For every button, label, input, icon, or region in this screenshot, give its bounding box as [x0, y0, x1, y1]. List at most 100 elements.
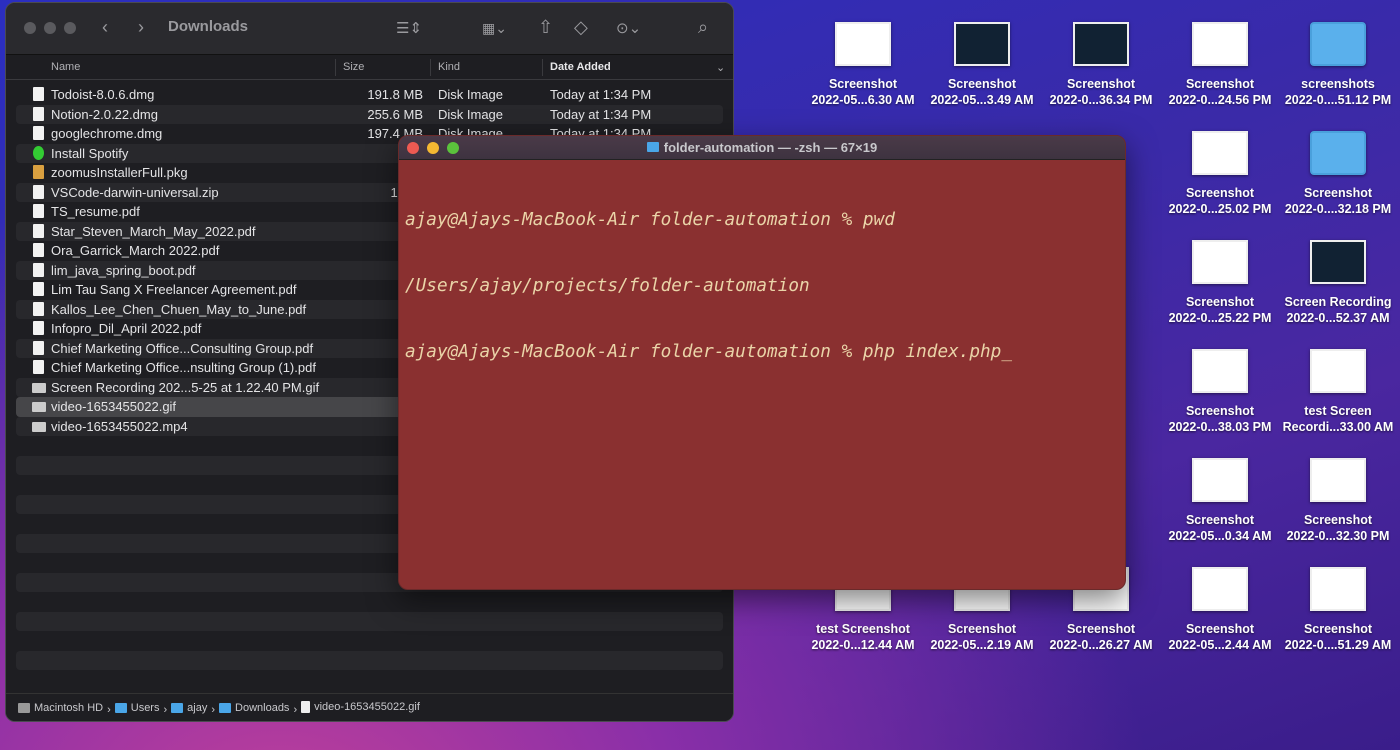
terminal-output[interactable]: ajay@Ajays-MacBook-Air folder-automation… [399, 160, 1125, 412]
list-view-icon[interactable]: ☰⇕ [396, 19, 422, 37]
close-button[interactable] [407, 142, 419, 154]
pdf-icon [33, 223, 44, 238]
pdf-icon [33, 282, 44, 296]
desktop-file-icon[interactable]: screenshots 2022-0....51.12 PM [1279, 18, 1397, 108]
forward-icon[interactable]: › [138, 17, 144, 38]
thumbnail-icon [1310, 240, 1366, 284]
desktop-file-icon[interactable]: Screen Recording 2022-0...52.37 AM [1279, 236, 1397, 326]
terminal-line: ajay@Ajays-MacBook-Air folder-automation… [405, 342, 1012, 362]
video-icon [32, 421, 46, 432]
group-icon[interactable]: ▦⌄ [482, 20, 507, 37]
path-crumb[interactable]: Macintosh HD [18, 702, 103, 714]
file-name: Notion-2.0.22.dmg [51, 106, 158, 122]
empty-row [16, 592, 723, 612]
desktop-file-icon[interactable]: Screenshot 2022-0...32.30 PM [1279, 454, 1397, 544]
minimize-button[interactable] [44, 22, 56, 34]
file-size: 255.6 MB [367, 106, 423, 122]
desktop-file-icon[interactable]: Screenshot 2022-0...25.22 PM [1161, 236, 1279, 326]
desktop-file-label: Screen Recording [1284, 295, 1392, 309]
path-crumb[interactable]: Downloads [219, 702, 289, 714]
desktop-file-label: 2022-05...2.44 AM [1168, 638, 1272, 652]
share-icon[interactable]: ⇧ [538, 17, 553, 38]
desktop-file-label: 2022-0...38.03 PM [1168, 420, 1272, 434]
thumbnail-icon [1310, 349, 1366, 393]
desktop-file-icon[interactable]: test Screen Recordi...33.00 AM [1279, 345, 1397, 435]
column-name[interactable]: Name [51, 61, 80, 73]
thumbnail-icon [954, 22, 1010, 66]
spotify-installer-icon [33, 145, 44, 160]
hard-drive-icon [18, 703, 30, 713]
desktop-file-label: 2022-05...0.34 AM [1168, 529, 1272, 543]
desktop-file-label: Screenshot [1303, 622, 1373, 636]
thumbnail-icon [1192, 567, 1248, 611]
desktop-file-label: Screenshot [828, 77, 898, 91]
desktop-file-label: Screenshot [1303, 186, 1373, 200]
desktop-file-label: Recordi...33.00 AM [1282, 420, 1394, 434]
desktop-file-label: 2022-0....51.12 PM [1284, 93, 1392, 107]
close-button[interactable] [24, 22, 36, 34]
file-name: Todoist-8.0.6.dmg [51, 87, 155, 102]
zoom-button[interactable] [447, 142, 459, 154]
desktop-file-icon[interactable]: Screenshot 2022-0....32.18 PM [1279, 127, 1397, 217]
desktop-file-icon[interactable]: Screenshot 2022-05...3.49 AM [923, 18, 1041, 108]
file-date: Today at 1:34 PM [550, 87, 652, 102]
file-name: zoomusInstallerFull.pkg [51, 165, 188, 180]
folder-icon [114, 703, 127, 713]
path-label: Downloads [235, 702, 290, 714]
desktop-file-icon[interactable]: Screenshot 2022-05...6.30 AM [804, 18, 922, 108]
disk-image-icon [33, 87, 44, 101]
file-icon [301, 701, 311, 713]
search-icon[interactable]: ⌕ [698, 17, 708, 38]
column-date-added[interactable]: Date Added [550, 61, 611, 73]
thumbnail-icon [1192, 22, 1248, 66]
desktop-file-label: 2022-05...6.30 AM [811, 93, 915, 107]
thumbnail-icon [835, 22, 891, 66]
thumbnail-icon [1310, 458, 1366, 502]
sort-chevron-icon[interactable]: ⌄ [716, 61, 725, 74]
file-name: Star_Steven_March_May_2022.pdf [51, 223, 256, 239]
back-icon[interactable]: ‹ [102, 17, 108, 38]
desktop-file-label: Screenshot [1185, 295, 1255, 309]
column-kind[interactable]: Kind [438, 61, 460, 73]
path-crumb[interactable]: ajay [171, 702, 207, 714]
thumbnail-icon [1192, 458, 1248, 502]
path-crumb[interactable]: Users [114, 702, 160, 714]
terminal-window: folder-automation — -zsh — 67×19 ajay@Aj… [398, 135, 1126, 590]
file-name: video-1653455022.mp4 [51, 418, 188, 434]
desktop-file-icon[interactable]: Screenshot 2022-0...38.03 PM [1161, 345, 1279, 435]
desktop-file-label: 2022-0...24.56 PM [1168, 93, 1272, 107]
folder-icon [646, 142, 659, 152]
desktop-file-icon[interactable]: Screenshot 2022-0....51.29 AM [1279, 563, 1397, 653]
desktop-file-label: Screenshot [1185, 404, 1255, 418]
file-date: Today at 1:34 PM [550, 106, 652, 122]
pdf-icon [33, 340, 44, 355]
desktop-file-icon[interactable]: Screenshot 2022-0...24.56 PM [1161, 18, 1279, 108]
column-size[interactable]: Size [343, 61, 364, 73]
desktop-file-icon[interactable]: Screenshot 2022-0...36.34 PM [1042, 18, 1160, 108]
zip-icon [33, 184, 44, 199]
terminal-title: folder-automation — -zsh — 67×19 [663, 140, 878, 155]
zoom-button[interactable] [64, 22, 76, 34]
more-actions-icon[interactable]: ⊙⌄ [616, 19, 641, 37]
desktop-file-icon[interactable]: Screenshot 2022-0...25.02 PM [1161, 127, 1279, 217]
file-kind: Disk Image [438, 87, 504, 102]
path-crumb[interactable]: video-1653455022.gif [301, 701, 420, 713]
file-row[interactable]: Notion-2.0.22.dmg 255.6 MB Disk Image Today… [16, 104, 723, 124]
tag-icon[interactable]: ◇ [574, 17, 588, 38]
file-name: Kallos_Lee_Chen_Chuen_May_to_June.pdf [51, 301, 307, 317]
thumbnail-icon [1192, 240, 1248, 284]
thumbnail-icon [1192, 349, 1248, 393]
terminal-line: /Users/ajay/projects/folder-automation [405, 276, 810, 296]
thumbnail-icon [1073, 22, 1129, 66]
file-name: Lim Tau Sang X Freelancer Agreement.pdf [51, 282, 297, 297]
path-label: Users [130, 702, 160, 714]
desktop-file-label: screenshots [1301, 77, 1375, 91]
minimize-button[interactable] [427, 142, 439, 154]
desktop-file-icon[interactable]: Screenshot 2022-05...0.34 AM [1161, 454, 1279, 544]
desktop-file-label: Screenshot [1303, 513, 1373, 527]
file-row[interactable]: Todoist-8.0.6.dmg 191.8 MB Disk Image Today… [16, 85, 723, 105]
desktop-file-icon[interactable]: Screenshot 2022-05...2.44 AM [1161, 563, 1279, 653]
terminal-titlebar: folder-automation — -zsh — 67×19 [399, 136, 1125, 160]
pdf-icon [33, 243, 44, 257]
thumbnail-icon [1310, 567, 1366, 611]
